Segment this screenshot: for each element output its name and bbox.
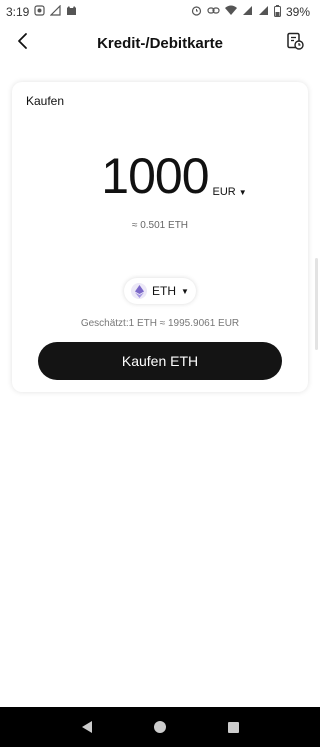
status-left: 3:19 bbox=[6, 4, 77, 19]
cat-app-icon bbox=[66, 5, 77, 19]
fiat-currency-label: EUR bbox=[212, 186, 236, 198]
alarm-icon bbox=[191, 5, 202, 19]
section-label: Kaufen bbox=[26, 94, 65, 108]
caret-down-icon: ▼ bbox=[181, 286, 189, 296]
amount-input[interactable]: 1000 bbox=[101, 150, 209, 202]
fiat-currency-select[interactable]: EUR ▼ bbox=[213, 186, 247, 198]
no-signal-icon bbox=[49, 4, 61, 19]
back-button[interactable] bbox=[10, 29, 34, 57]
page-title: Kredit-/Debitkarte bbox=[97, 34, 223, 52]
caret-down-icon: ▼ bbox=[238, 187, 247, 197]
crypto-estimate: ≈ 0.501 ETH bbox=[131, 220, 189, 231]
circle-home-icon bbox=[153, 721, 166, 733]
scrollbar[interactable] bbox=[315, 258, 318, 350]
purchase-card: Kaufen 1000 EUR ▼ ≈ 0.501 ETH ETH ▼ Gesc… bbox=[12, 82, 308, 392]
order-history-button[interactable] bbox=[284, 32, 306, 54]
triangle-back-icon bbox=[81, 721, 92, 733]
buy-button[interactable]: Kaufen ETH bbox=[38, 342, 282, 380]
wifi-icon bbox=[224, 5, 237, 19]
signal-icon bbox=[242, 5, 253, 19]
battery-percent: 39% bbox=[285, 5, 310, 19]
nav-back-button[interactable] bbox=[77, 717, 97, 737]
notification-app-icon bbox=[34, 5, 45, 19]
order-history-icon bbox=[286, 32, 304, 55]
android-nav-bar bbox=[0, 707, 320, 747]
nav-home-button[interactable] bbox=[150, 717, 170, 737]
amount-row: 1000 EUR ▼ bbox=[12, 150, 308, 202]
chevron-left-icon bbox=[16, 32, 28, 55]
app-header: Kredit-/Debitkarte bbox=[0, 26, 320, 60]
ethereum-icon bbox=[131, 283, 148, 299]
status-bar: 3:19 39% bbox=[0, 0, 320, 24]
status-time: 3:19 bbox=[6, 5, 30, 19]
exchange-rate-text: Geschätzt:1 ETH ≈ 1995.9061 EUR bbox=[80, 318, 240, 329]
status-right: 39% bbox=[191, 4, 310, 20]
crypto-currency-label: ETH bbox=[152, 284, 177, 298]
nav-recents-button[interactable] bbox=[223, 717, 243, 737]
battery-icon bbox=[273, 4, 281, 20]
link-icon bbox=[207, 5, 220, 19]
square-recents-icon bbox=[227, 721, 239, 733]
crypto-currency-select[interactable]: ETH ▼ bbox=[124, 278, 196, 304]
signal-2-icon bbox=[258, 5, 269, 19]
